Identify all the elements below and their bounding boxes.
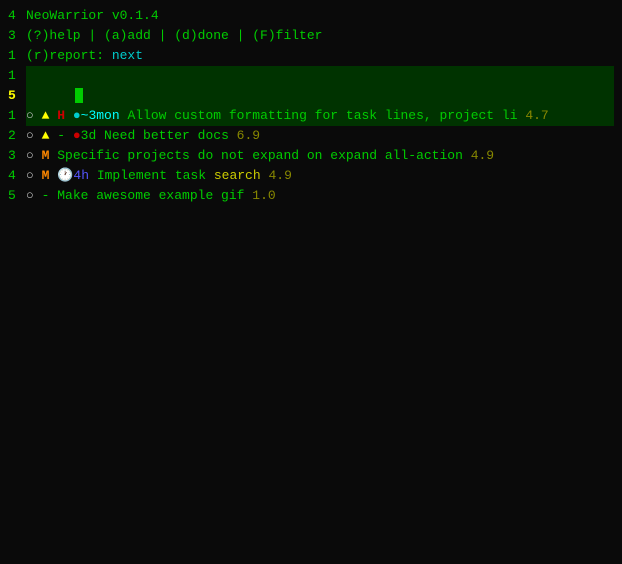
version-text: NeoWarrior v0.1.4 [26,6,159,26]
line-number: 3 [8,146,22,166]
task-description: Specific projects do not expand on expan… [57,146,470,166]
status-icon: ○ [26,186,42,206]
task-row[interactable]: 5 ○ - Make awesome example gif 1.0 [8,186,614,206]
task-description: Allow custom formatting for task lines, … [127,106,517,126]
task-row[interactable]: 3 ○ M Specific projects do not expand on… [8,146,614,166]
age: 3d [81,126,104,146]
line-number: 4 [8,166,22,186]
status-icon: ○ [26,106,42,126]
status-icon: ○ [26,126,42,146]
help-text: (?)help | (a)add | (d)done | (F)filter [26,26,322,46]
selected-row-number: 5 [8,86,22,106]
report-line: 1 (r)report: next [8,46,614,66]
priority-icon: ▲ [42,106,58,126]
priority-icon: ▲ [42,126,58,146]
line-number: 4 [8,6,22,26]
age-dot: ● [73,126,81,146]
line-number: 1 [8,106,22,126]
task-row[interactable]: 4 ○ M 🕐 4h Implement task search 4.9 [8,166,614,186]
task-row[interactable]: 1 ○ ▲ H ● ~3mon Allow custom formatting … [8,106,614,126]
priority-icon: M [42,166,58,186]
task-score: 4.9 [471,146,494,166]
task-score: 4.9 [268,166,291,186]
report-value: next [112,46,143,66]
report-label: (r)report: [26,46,112,66]
age-dot: ● [73,106,81,126]
help-line: 3 (?)help | (a)add | (d)done | (F)filter [8,26,614,46]
task-score: 6.9 [237,126,260,146]
badge: H [57,106,73,126]
line-number: 1 [8,66,22,86]
age: ~3mon [81,106,128,126]
selected-row-line: 5 [8,86,614,106]
line-number: 2 [8,126,22,146]
badge: 🕐 [57,166,73,186]
badge: - [57,126,73,146]
terminal: 4 NeoWarrior v0.1.4 3 (?)help | (a)add |… [0,4,622,560]
version-line: 4 NeoWarrior v0.1.4 [8,6,614,26]
task-description: Make awesome example gif [57,186,252,206]
task-description: Need better docs [104,126,237,146]
task-score: 1.0 [252,186,275,206]
task-score: 4.7 [518,106,549,126]
age: 4h [73,166,96,186]
status-icon: ○ [26,146,42,166]
cursor [75,88,83,103]
status-icon: ○ [26,166,42,186]
priority-icon: - [42,186,58,206]
line-number: 3 [8,26,22,46]
priority-icon: M [42,146,58,166]
line-number: 1 [8,46,22,66]
line-number: 5 [8,186,22,206]
task-description: Implement task search [97,166,269,186]
task-row[interactable]: 2 ○ ▲ - ● 3d Need better docs 6.9 [8,126,614,146]
